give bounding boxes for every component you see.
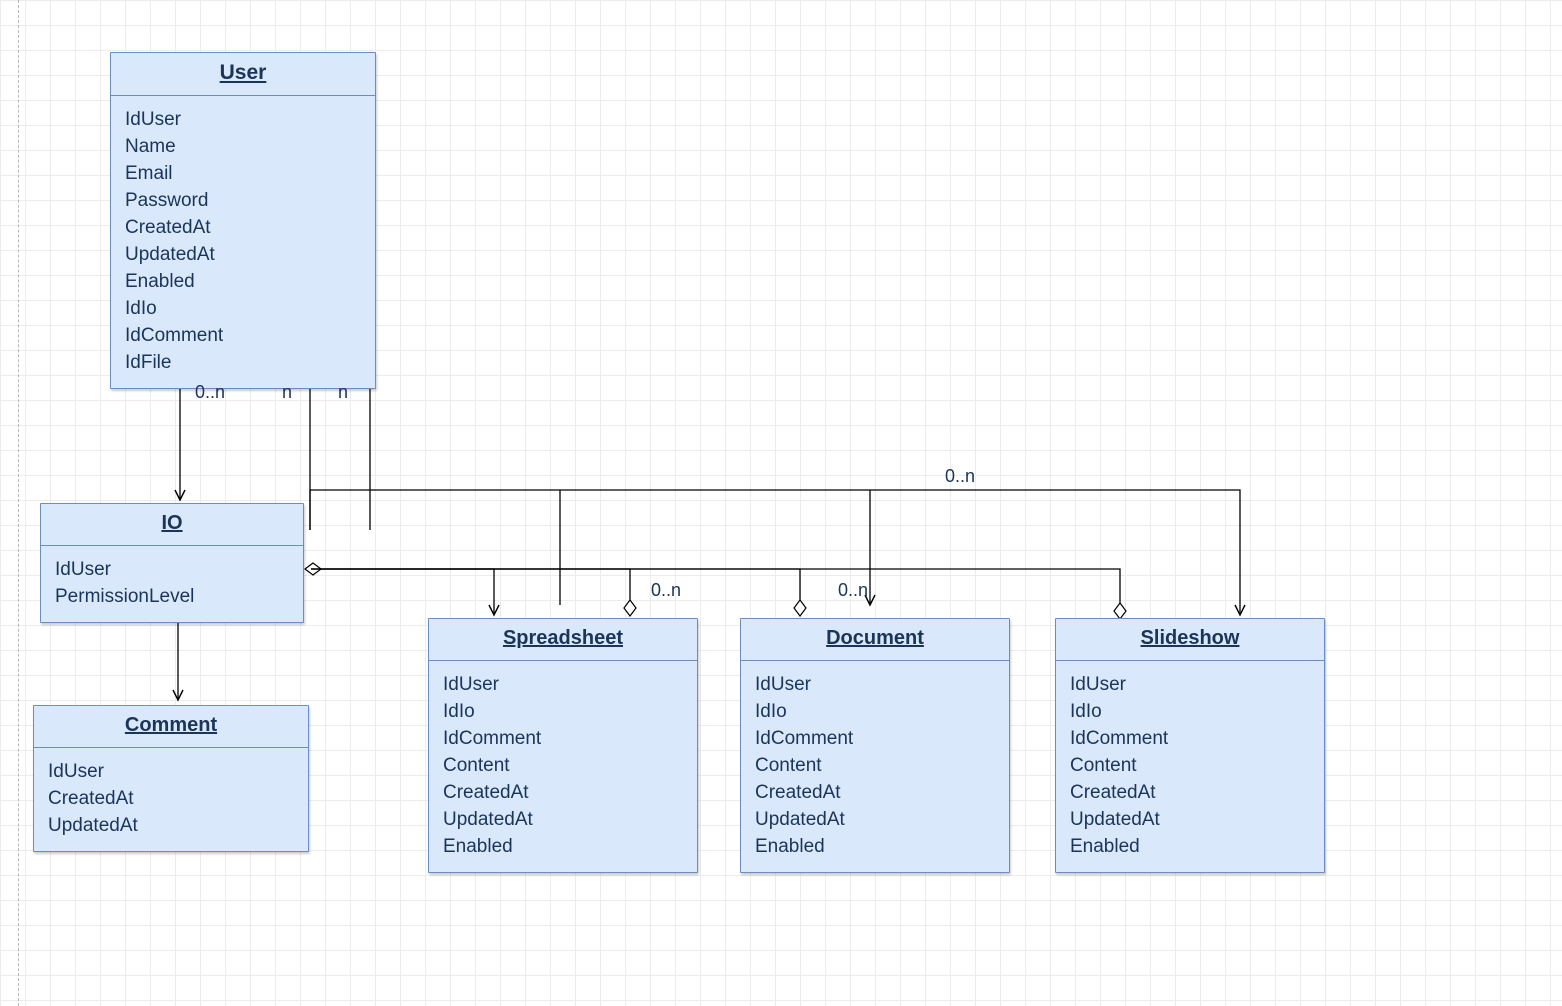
class-spreadsheet-title: Spreadsheet: [503, 627, 623, 649]
attr: Content: [1070, 752, 1310, 779]
attr: IdFile: [125, 349, 361, 376]
edge-io-spreadsheet-diamond: [311, 569, 630, 600]
class-comment-title: Comment: [125, 714, 217, 736]
attr: CreatedAt: [443, 779, 683, 806]
class-slideshow[interactable]: Slideshow IdUser IdIo IdComment Content …: [1055, 618, 1325, 873]
attr: CreatedAt: [755, 779, 995, 806]
edge-user-slideshow: [310, 490, 1240, 615]
attr: UpdatedAt: [48, 812, 294, 839]
class-spreadsheet-body: IdUser IdIo IdComment Content CreatedAt …: [429, 661, 697, 872]
attr: IdUser: [755, 671, 995, 698]
attr: UpdatedAt: [1070, 806, 1310, 833]
attr: IdComment: [1070, 725, 1310, 752]
attr: IdUser: [55, 556, 289, 583]
mult-user-n2: n: [338, 382, 348, 403]
mult-top-right: 0..n: [945, 466, 975, 487]
attr: Password: [125, 187, 361, 214]
attr: Enabled: [755, 833, 995, 860]
class-user[interactable]: User IdUser Name Email Password CreatedA…: [110, 52, 376, 389]
mult-spreadsheet: 0..n: [651, 580, 681, 601]
class-comment[interactable]: Comment IdUser CreatedAt UpdatedAt: [33, 705, 309, 852]
attr: IdIo: [443, 698, 683, 725]
attr: UpdatedAt: [125, 241, 361, 268]
attr: IdUser: [48, 758, 294, 785]
attr: IdUser: [1070, 671, 1310, 698]
attr: Content: [443, 752, 683, 779]
attr: Enabled: [443, 833, 683, 860]
attr: PermissionLevel: [55, 583, 289, 610]
class-document-body: IdUser IdIo IdComment Content CreatedAt …: [741, 661, 1009, 872]
attr: Enabled: [125, 268, 361, 295]
edge-io-spreadsheet: [305, 569, 494, 615]
attr: IdIo: [755, 698, 995, 725]
class-document-title: Document: [826, 627, 924, 649]
attr: IdUser: [125, 106, 361, 133]
attr: Email: [125, 160, 361, 187]
mult-user-io: 0..n: [195, 382, 225, 403]
edge-io-slideshow-diamond: [311, 569, 1120, 603]
attr: IdComment: [755, 725, 995, 752]
class-comment-body: IdUser CreatedAt UpdatedAt: [34, 748, 308, 851]
attr: IdIo: [1070, 698, 1310, 725]
class-slideshow-title: Slideshow: [1141, 627, 1240, 649]
attr: CreatedAt: [48, 785, 294, 812]
mult-user-n1: n: [282, 382, 292, 403]
class-io-body: IdUser PermissionLevel: [41, 546, 303, 622]
attr: IdComment: [125, 322, 361, 349]
attr: CreatedAt: [125, 214, 361, 241]
attr: Content: [755, 752, 995, 779]
class-user-body: IdUser Name Email Password CreatedAt Upd…: [111, 96, 375, 388]
attr: Enabled: [1070, 833, 1310, 860]
class-user-title: User: [220, 61, 267, 84]
attr: UpdatedAt: [755, 806, 995, 833]
attr: IdIo: [125, 295, 361, 322]
class-io-title: IO: [161, 512, 182, 534]
attr: IdUser: [443, 671, 683, 698]
attr: UpdatedAt: [443, 806, 683, 833]
attr: IdComment: [443, 725, 683, 752]
edge-io-document-diamond: [311, 569, 800, 600]
class-io[interactable]: IO IdUser PermissionLevel: [40, 503, 304, 623]
class-slideshow-body: IdUser IdIo IdComment Content CreatedAt …: [1056, 661, 1324, 872]
attr: CreatedAt: [1070, 779, 1310, 806]
class-document[interactable]: Document IdUser IdIo IdComment Content C…: [740, 618, 1010, 873]
class-spreadsheet[interactable]: Spreadsheet IdUser IdIo IdComment Conten…: [428, 618, 698, 873]
mult-document: 0..n: [838, 580, 868, 601]
diagram-canvas: User IdUser Name Email Password CreatedA…: [0, 0, 1562, 1006]
attr: Name: [125, 133, 361, 160]
